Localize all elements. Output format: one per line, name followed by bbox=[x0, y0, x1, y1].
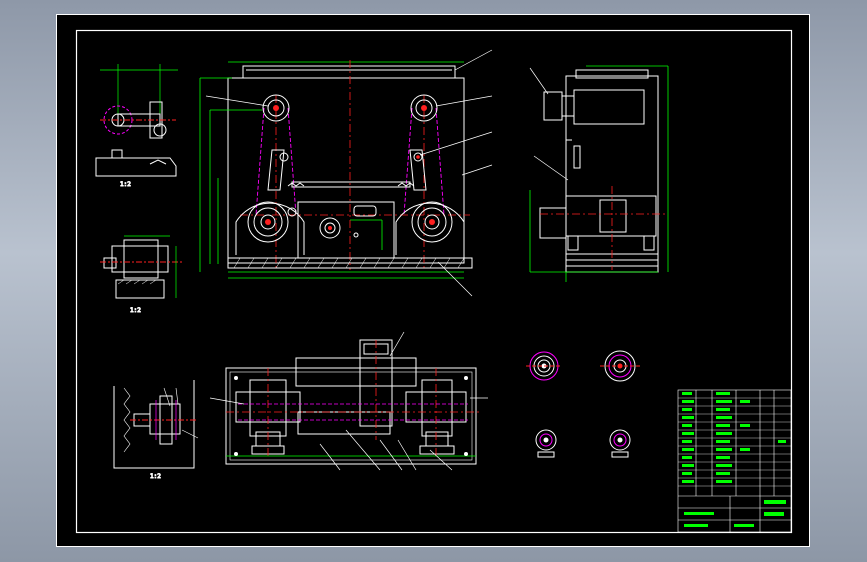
section-4 bbox=[609, 429, 631, 458]
section-2 bbox=[600, 350, 640, 382]
top-cover bbox=[242, 65, 456, 79]
side-reducer bbox=[539, 207, 567, 239]
front-elevation-view bbox=[199, 49, 493, 297]
section-views bbox=[526, 350, 640, 458]
svg-text:1:2: 1:2 bbox=[120, 181, 131, 188]
detail-c-view: 1:2 bbox=[113, 380, 199, 481]
front-centerlines bbox=[240, 60, 470, 270]
lower-drum-left bbox=[235, 201, 305, 255]
side-motor bbox=[543, 91, 563, 121]
svg-text:1:2: 1:2 bbox=[130, 307, 141, 314]
section-3 bbox=[535, 429, 557, 458]
detail-a-view: 1:2 bbox=[95, 64, 178, 189]
side-elevation-view bbox=[529, 65, 669, 282]
detail-b-view: 1:2 bbox=[100, 235, 184, 315]
center-gearbox bbox=[297, 201, 395, 259]
cad-viewer: 1:2 1:2 1:2 bbox=[0, 0, 867, 562]
engineering-drawing: 1:2 1:2 1:2 bbox=[56, 14, 810, 547]
plan-view bbox=[209, 331, 488, 471]
title-block-table bbox=[677, 389, 792, 533]
lower-drum-right bbox=[395, 201, 465, 255]
section-1 bbox=[526, 351, 562, 381]
drawing-frame bbox=[56, 14, 810, 547]
svg-text:1:2: 1:2 bbox=[150, 473, 161, 480]
